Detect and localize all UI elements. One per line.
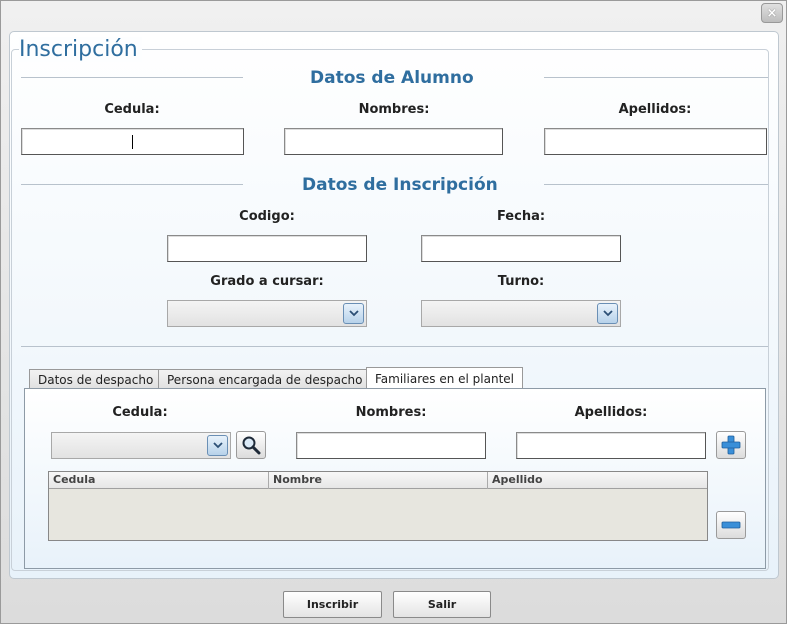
table-header: Cedula Nombre Apellido <box>49 472 707 489</box>
minus-icon <box>721 521 741 529</box>
chevron-down-icon[interactable] <box>343 303 364 324</box>
tab-familiares[interactable]: Familiares en el plantel <box>366 367 523 389</box>
student-apellidos-input[interactable] <box>544 128 767 155</box>
relative-apellidos-input[interactable] <box>516 432 706 459</box>
add-relative-button[interactable] <box>716 431 746 459</box>
dialog-window: × Inscripción Datos de Alumno Cedula: No… <box>0 0 787 624</box>
salir-button[interactable]: Salir <box>393 591 491 618</box>
turno-select[interactable] <box>421 300 621 327</box>
codigo-input[interactable] <box>167 235 367 262</box>
relative-nombres-label: Nombres: <box>355 405 427 420</box>
plus-icon <box>721 435 741 455</box>
divider <box>544 184 768 185</box>
student-cedula-label: Cedula: <box>104 102 160 117</box>
student-cedula-input[interactable] <box>21 128 244 155</box>
grado-label: Grado a cursar: <box>210 274 324 289</box>
text-cursor <box>132 135 133 149</box>
divider <box>21 184 243 185</box>
grado-select[interactable] <box>167 300 367 327</box>
student-section-title: Datos de Alumno <box>310 68 474 88</box>
remove-relative-button[interactable] <box>716 511 746 539</box>
student-nombres-label: Nombres: <box>358 102 430 117</box>
column-header-cedula[interactable]: Cedula <box>49 472 269 489</box>
fecha-input[interactable] <box>421 235 621 262</box>
magnifier-icon <box>242 436 261 455</box>
student-apellidos-label: Apellidos: <box>618 102 692 117</box>
chevron-down-icon[interactable] <box>597 303 618 324</box>
codigo-label: Codigo: <box>239 209 295 224</box>
enrollment-section-title: Datos de Inscripción <box>302 175 498 195</box>
relative-apellidos-label: Apellidos: <box>574 405 648 420</box>
tab-persona-encargada[interactable]: Persona encargada de despacho <box>158 369 372 389</box>
relatives-table[interactable]: Cedula Nombre Apellido <box>48 471 708 541</box>
relative-cedula-label: Cedula: <box>112 405 168 420</box>
divider <box>21 346 768 347</box>
relative-nombres-input[interactable] <box>296 432 486 459</box>
divider <box>544 77 768 78</box>
form-title: Inscripción <box>19 37 142 62</box>
column-header-apellido[interactable]: Apellido <box>488 472 707 489</box>
search-button[interactable] <box>236 431 266 459</box>
close-icon[interactable]: × <box>761 3 783 23</box>
student-nombres-input[interactable] <box>284 128 503 155</box>
relative-cedula-select[interactable] <box>51 432 231 459</box>
tab-datos-despacho[interactable]: Datos de despacho <box>29 369 163 389</box>
inscribir-button[interactable]: Inscribir <box>283 591 382 618</box>
column-header-nombre[interactable]: Nombre <box>269 472 488 489</box>
fecha-label: Fecha: <box>496 209 546 224</box>
chevron-down-icon[interactable] <box>207 435 228 456</box>
divider <box>21 77 243 78</box>
turno-label: Turno: <box>497 274 545 289</box>
